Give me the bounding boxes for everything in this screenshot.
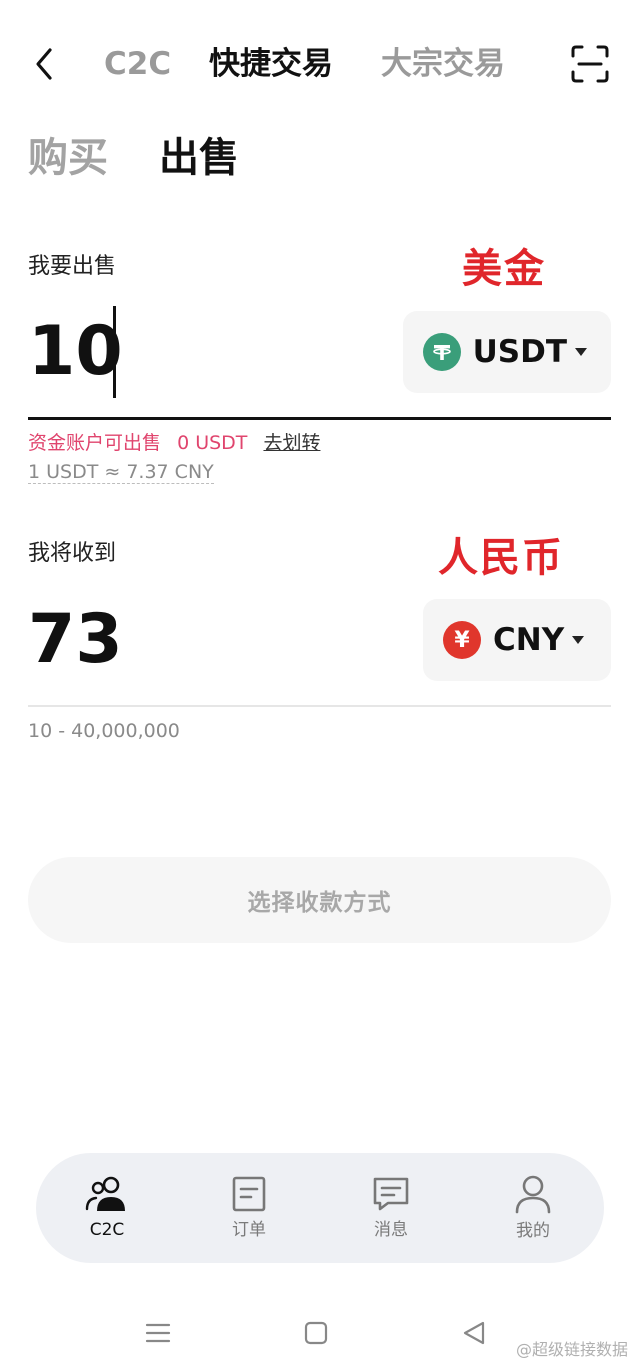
message-icon [373,1177,409,1211]
yuan-symbol: ¥ [454,627,470,653]
watermark: @超级链接数据 [515,1340,628,1359]
tabbar-label-orders: 订单 [232,1220,266,1240]
tabbar-label-profile: 我的 [516,1221,550,1241]
receive-amount[interactable]: 73 [28,600,123,680]
tether-icon [423,333,461,371]
home-square-icon [304,1321,328,1345]
select-payment-method-button[interactable]: 选择收款方式 [28,857,611,943]
chevron-left-icon [36,48,52,80]
side-tab-buy[interactable]: 购买 [28,132,108,184]
tabbar-item-profile[interactable]: 我的 [488,1163,578,1253]
top-navigation: C2C 快捷交易 大宗交易 [0,0,640,125]
scan-icon [571,45,609,83]
available-value: 0 USDT [177,432,248,454]
receive-label: 我将收到 [28,541,117,566]
bottom-tab-bar: C2C 订单 消息 我的 [36,1153,604,1263]
amount-range: 10 - 40,000,000 [28,720,180,742]
sell-input-divider [28,417,611,420]
receive-annotation: 人民币 [438,535,564,581]
available-label: 资金账户可出售 [28,432,162,454]
text-caret [113,306,116,398]
sell-annotation: 美金 [462,246,546,292]
scan-button[interactable] [570,44,610,84]
caret-down-icon [572,636,585,644]
side-tab-sell[interactable]: 出售 [159,132,239,184]
tabbar-item-orders[interactable]: 订单 [204,1163,294,1253]
triangle-back-icon [463,1321,485,1345]
system-home-button[interactable] [301,1318,331,1348]
exchange-rate-text[interactable]: 1 USDT ≈ 7.37 CNY [28,461,214,484]
receive-currency-label: CNY [493,622,565,658]
menu-icon [145,1323,171,1343]
sell-currency-label: USDT [472,334,567,370]
sell-amount-input[interactable]: 10 [28,312,123,392]
tabbar-item-c2c[interactable]: C2C [62,1163,152,1253]
tabbar-label-c2c: C2C [89,1220,125,1240]
tab-block-trade[interactable]: 大宗交易 [381,44,505,84]
exchange-rate: 1 USDT ≈ 7.37 CNY [28,459,214,485]
sell-label: 我要出售 [28,254,117,279]
receive-input-divider [28,705,611,707]
back-button[interactable] [28,44,60,84]
order-icon [232,1176,266,1212]
transfer-link[interactable]: 去划转 [263,432,320,454]
tab-c2c[interactable]: C2C [104,44,171,84]
caret-down-icon [575,348,587,356]
tab-quick-trade[interactable]: 快捷交易 [209,44,333,84]
yuan-icon: ¥ [443,621,481,659]
profile-icon [515,1175,551,1214]
users-icon [85,1176,125,1211]
system-menu-button[interactable] [143,1318,173,1348]
sell-currency-selector[interactable]: USDT [403,311,611,393]
tabbar-item-messages[interactable]: 消息 [346,1163,436,1253]
system-back-button[interactable] [459,1318,489,1348]
tabbar-label-messages: 消息 [374,1220,408,1240]
receive-currency-selector[interactable]: ¥ CNY [423,599,611,681]
available-balance: 资金账户可出售 0 USDT 去划转 [28,430,320,456]
